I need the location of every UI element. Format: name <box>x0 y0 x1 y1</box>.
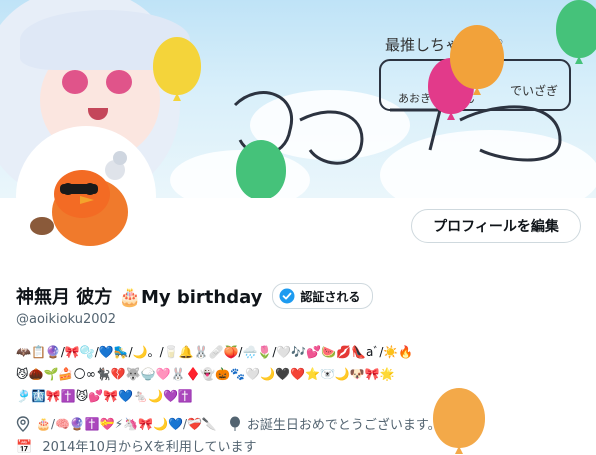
verified-badge-icon <box>279 288 295 304</box>
joined-text: 2014年10月からXを利用しています <box>42 440 257 455</box>
calendar-icon: 📅 <box>16 440 33 455</box>
balloon-orange <box>450 25 504 89</box>
balloon-yellow <box>153 37 201 95</box>
balloon-green <box>236 140 286 198</box>
bio-line: 🎐🩻🎀✝️😼💕🎀💙🐁🌙💜✝️ <box>16 389 193 403</box>
user-handle: @aoikioku2002 <box>16 312 117 327</box>
display-name: 神無月 彼方 🎂My birthday <box>16 287 263 308</box>
location-icon <box>16 415 30 432</box>
balloon-icon <box>229 416 240 431</box>
birthday-message: お誕生日おめでとうございます。 <box>246 418 441 433</box>
name-row: 神無月 彼方 🎂My birthday 認証される <box>16 283 374 309</box>
bio-line: 🦇📋🔮/🎀🫧/💙🛼/🌙。/🥛🔔🐰🩹🍑/🌧️🌷/🤍🎶💕🍉💋👠aﾞ/☀️🔥 <box>16 345 414 359</box>
location-text: 🎂/🧠🔮✝️💝⚡🦄🎀🌙💙/❤️‍🩹🔪 <box>36 416 217 431</box>
profile-meta-row: 🎂/🧠🔮✝️💝⚡🦄🎀🌙💙/❤️‍🩹🔪 お誕生日おめでとうございます。 <box>16 414 441 433</box>
bio-line: 😼🌰🌱🍰🌕∞🐈‍⬛💔🐺🍚🩷🐰♦️👻🎃🐾🤍🌙🖤❤️⭐🐻‍❄️🌙🐶🎀🌟 <box>16 367 395 381</box>
joined-date: 📅 2014年10月からXを利用しています <box>16 436 256 455</box>
edit-profile-button[interactable]: プロフィールを編集 <box>411 209 581 243</box>
balloon-green <box>556 0 596 58</box>
balloon-orange <box>433 388 485 448</box>
profile-avatar[interactable] <box>16 126 156 266</box>
get-verified-button[interactable]: 認証される <box>272 283 374 309</box>
get-verified-label: 認証される <box>300 289 361 304</box>
avatar-illustration <box>20 130 152 262</box>
